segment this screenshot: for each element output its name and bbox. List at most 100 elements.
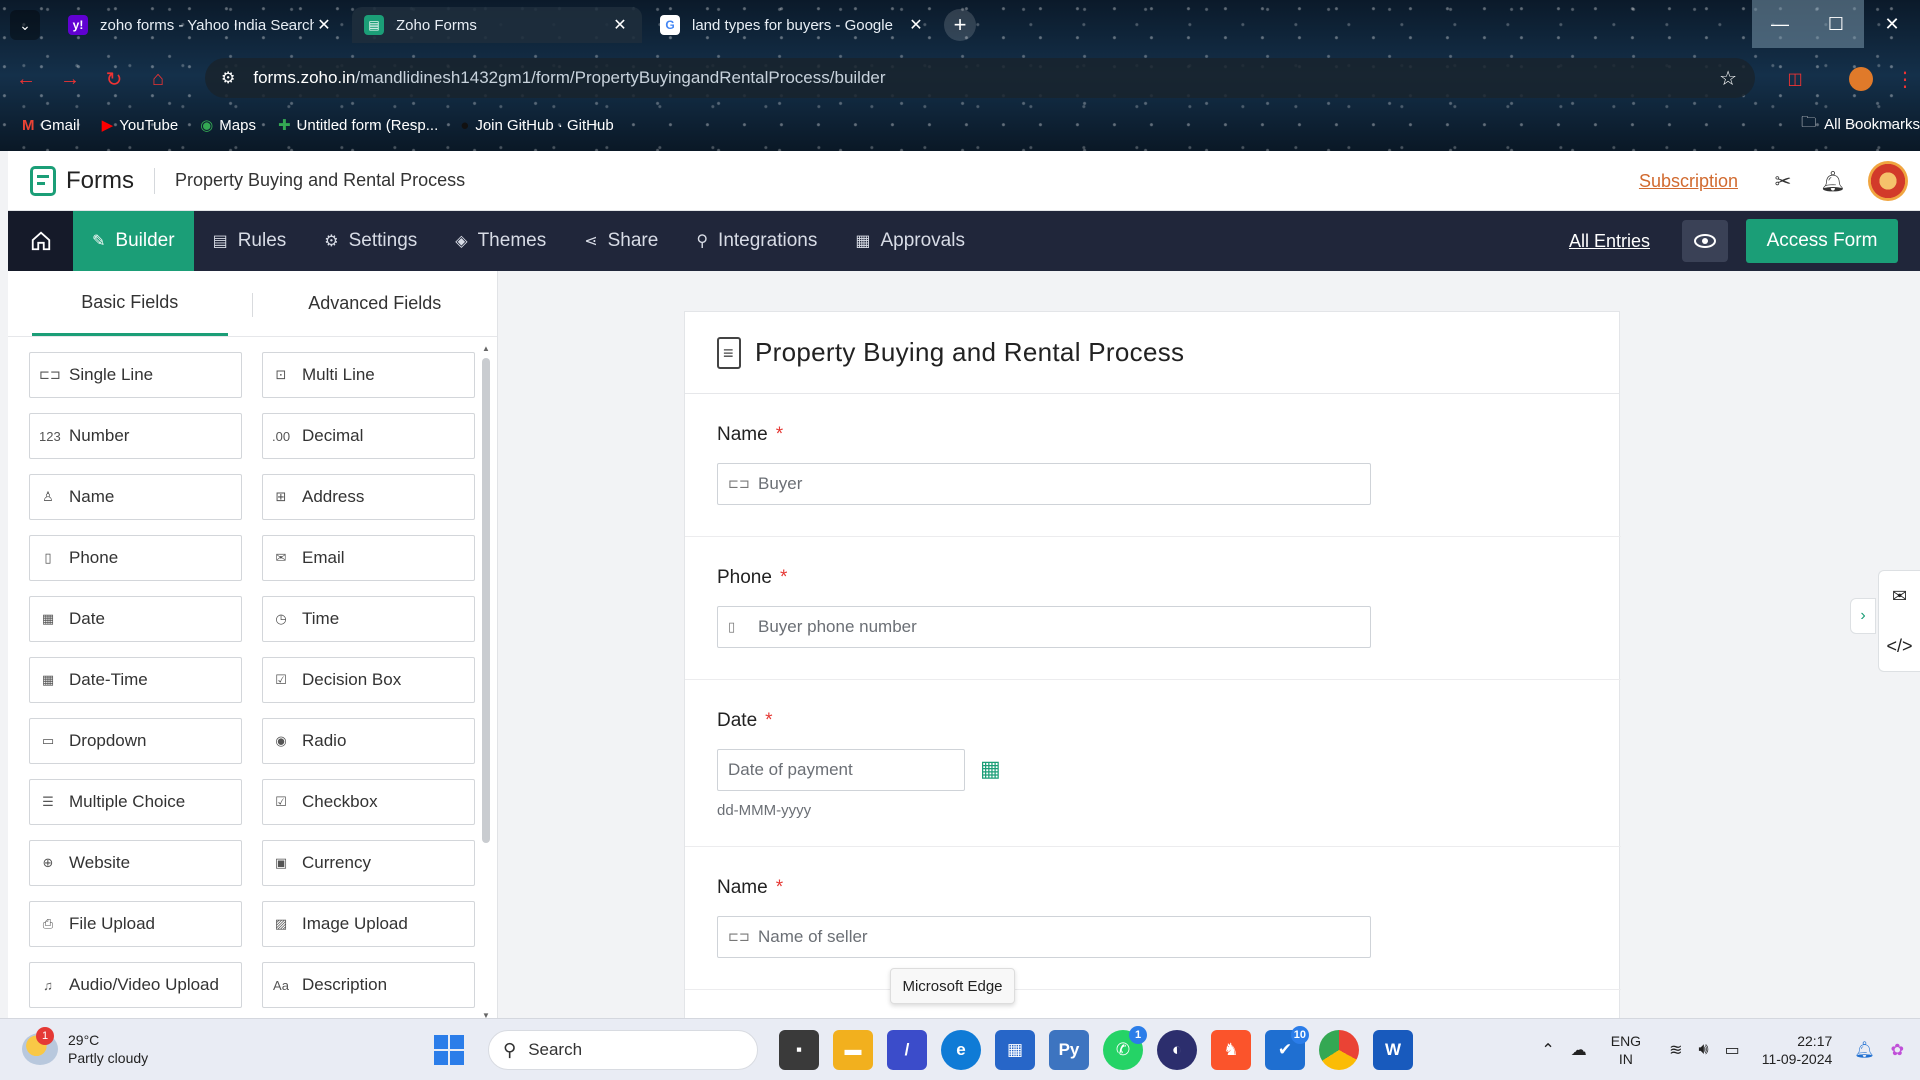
windows-start-icon[interactable] <box>434 1035 464 1065</box>
bookmark-maps[interactable]: ◉ Maps <box>200 116 256 135</box>
bookmark-gmail[interactable]: M Gmail <box>22 117 80 134</box>
whatsapp-icon[interactable]: ✆ 1 <box>1103 1026 1147 1070</box>
field-type-number[interactable]: 123 Number <box>29 413 242 459</box>
field-type-date[interactable]: ▦ Date <box>29 596 242 642</box>
battery-icon[interactable]: ▭ <box>1725 1040 1740 1060</box>
browser-tab-zoho-forms[interactable]: ▤ Zoho Forms ✕ <box>352 7 642 43</box>
file-explorer-icon[interactable]: ▬ <box>833 1030 873 1070</box>
field-type-single-line[interactable]: ⊏⊐ Single Line <box>29 352 242 398</box>
field-type-time[interactable]: ◷ Time <box>262 596 475 642</box>
browser-tab-google[interactable]: G land types for buyers - Google ✕ <box>648 7 938 43</box>
word-icon[interactable]: W <box>1373 1030 1413 1070</box>
menu-kebab-icon[interactable]: ⋮ <box>1890 64 1920 94</box>
python-icon[interactable]: Py <box>1049 1030 1089 1070</box>
field-type-checkbox[interactable]: ☑ Checkbox <box>262 779 475 825</box>
chevron-right-icon[interactable]: › <box>1850 598 1876 634</box>
avatar[interactable] <box>1868 161 1908 201</box>
store-icon[interactable]: ▦ <box>995 1030 1035 1070</box>
close-tab-icon[interactable]: ✕ <box>314 15 334 35</box>
bell-icon[interactable]: 🔔︎ <box>1818 166 1848 196</box>
tab-integrations[interactable]: ⚲ Integrations <box>677 211 836 271</box>
home-button[interactable] <box>8 211 73 271</box>
close-tab-icon[interactable]: ✕ <box>610 15 630 35</box>
forms-logo[interactable]: Forms <box>30 165 134 196</box>
tab-search-icon[interactable]: ⌄ <box>10 10 40 40</box>
field-type-decision-box[interactable]: ☑ Decision Box <box>262 657 475 703</box>
field-type-name[interactable]: ♙ Name <box>29 474 242 520</box>
copilot-icon[interactable]: ✿ <box>1891 1040 1904 1060</box>
name-input[interactable]: ⊏⊐ Buyer <box>717 463 1371 505</box>
palette-scrollbar[interactable]: ▲ ▼ <box>481 344 491 1020</box>
close-window-button[interactable]: ✕ <box>1864 0 1920 48</box>
profile-avatar-icon[interactable] <box>1846 64 1876 94</box>
minimize-button[interactable]: — <box>1752 0 1808 48</box>
tab-settings[interactable]: ⚙ Settings <box>305 211 436 271</box>
edge-icon[interactable]: e <box>941 1030 981 1070</box>
all-bookmarks[interactable]: 🗀 All Bookmarks <box>1801 112 1920 137</box>
field-type-email[interactable]: ✉ Email <box>262 535 475 581</box>
todo-icon[interactable]: ✔ 10 <box>1265 1026 1309 1070</box>
bookmark-youtube[interactable]: ▶ YouTube <box>102 116 179 135</box>
field-type-phone[interactable]: ▯ Phone <box>29 535 242 581</box>
field-type-dropdown[interactable]: ▭ Dropdown <box>29 718 242 764</box>
tab-rules[interactable]: ▤ Rules <box>194 211 306 271</box>
tools-icon[interactable]: ✂ <box>1768 166 1798 196</box>
phone-input[interactable]: ▯ Buyer phone number <box>717 606 1371 648</box>
onedrive-cloud-icon[interactable]: ☁ <box>1571 1040 1587 1060</box>
preview-button[interactable] <box>1682 220 1728 262</box>
calendar-icon[interactable]: ▦ <box>980 756 1001 782</box>
chrome-icon[interactable] <box>1319 1030 1359 1070</box>
site-info-icon[interactable]: ⚙ <box>221 68 235 88</box>
volume-icon[interactable]: 🔊︎ <box>1698 1041 1708 1059</box>
language-indicator[interactable]: ENG IN <box>1611 1032 1641 1068</box>
forward-arrow-icon[interactable]: → <box>52 61 88 97</box>
embed-code-icon[interactable]: </> <box>1879 621 1920 671</box>
back-arrow-icon[interactable]: ← <box>8 61 44 97</box>
field-type-image-upload[interactable]: ▨ Image Upload <box>262 901 475 947</box>
tab-advanced-fields[interactable]: Advanced Fields <box>253 271 497 336</box>
subscription-link[interactable]: Subscription <box>1639 171 1738 192</box>
editor-app-icon[interactable]: / <box>887 1030 927 1070</box>
wifi-icon[interactable]: ≋ <box>1669 1040 1682 1060</box>
maximize-button[interactable]: ☐ <box>1808 0 1864 48</box>
field-type-address[interactable]: ⊞ Address <box>262 474 475 520</box>
seller-name-input[interactable]: ⊏⊐ Name of seller <box>717 916 1371 958</box>
taskbar-search[interactable]: ⚲ Search <box>488 1030 758 1070</box>
extension-icon[interactable]: ◫ <box>1780 64 1810 94</box>
tab-share[interactable]: ⋖ Share <box>565 211 677 271</box>
field-type-radio[interactable]: ◉ Radio <box>262 718 475 764</box>
form-header[interactable]: Property Buying and Rental Process <box>685 312 1619 394</box>
notification-bell-icon[interactable]: 🔔︎ <box>1854 1040 1874 1060</box>
form-field-date[interactable]: Date * Date of payment ▦ dd-MMM-yyyy <box>685 680 1621 847</box>
tab-approvals[interactable]: ▦ Approvals <box>836 211 984 271</box>
clock[interactable]: 22:17 11-09-2024 <box>1762 1032 1833 1068</box>
close-tab-icon[interactable]: ✕ <box>906 15 926 35</box>
field-type-decimal[interactable]: .00 Decimal <box>262 413 475 459</box>
home-icon[interactable]: ⌂ <box>140 61 176 97</box>
field-type-multi-line[interactable]: ⊡ Multi Line <box>262 352 475 398</box>
bookmark-star-icon[interactable]: ☆ <box>1719 66 1737 91</box>
form-field-phone[interactable]: Phone * ▯ Buyer phone number <box>685 537 1621 680</box>
scrollbar-thumb[interactable] <box>482 358 490 843</box>
weather-widget[interactable]: 1 29°C Partly cloudy <box>22 1027 148 1067</box>
address-bar[interactable]: ⚙ forms.zoho.in/mandlidinesh1432gm1/form… <box>205 58 1755 98</box>
tab-builder[interactable]: ✎ Builder <box>73 211 194 271</box>
bookmark-untitled-form[interactable]: ✚ Untitled form (Resp... <box>278 116 438 135</box>
field-type-audio-video-upload[interactable]: ♫ Audio/Video Upload <box>29 962 242 1008</box>
bookmark-github[interactable]: ● Join GitHub · GitHub <box>460 117 613 134</box>
field-type-currency[interactable]: ▣ Currency <box>262 840 475 886</box>
mail-settings-icon[interactable]: ✉ <box>1879 571 1920 621</box>
form-field-seller-name[interactable]: Name * ⊏⊐ Name of seller <box>685 847 1621 990</box>
field-type-description[interactable]: Aa Description <box>262 962 475 1008</box>
field-type-multiple-choice[interactable]: ☰ Multiple Choice <box>29 779 242 825</box>
field-type-file-upload[interactable]: ⎙ File Upload <box>29 901 242 947</box>
form-field-name[interactable]: Name * ⊏⊐ Buyer <box>685 394 1621 537</box>
tab-themes[interactable]: ◈ Themes <box>436 211 565 271</box>
eclipse-icon[interactable]: ◐ <box>1157 1030 1197 1070</box>
tab-basic-fields[interactable]: Basic Fields <box>32 271 228 336</box>
brave-icon[interactable]: ♞ <box>1211 1030 1251 1070</box>
access-form-button[interactable]: Access Form <box>1746 219 1898 263</box>
task-view-icon[interactable]: ▪ <box>779 1030 819 1070</box>
new-tab-button[interactable]: + <box>944 9 976 41</box>
reload-icon[interactable]: ↻ <box>96 61 132 97</box>
